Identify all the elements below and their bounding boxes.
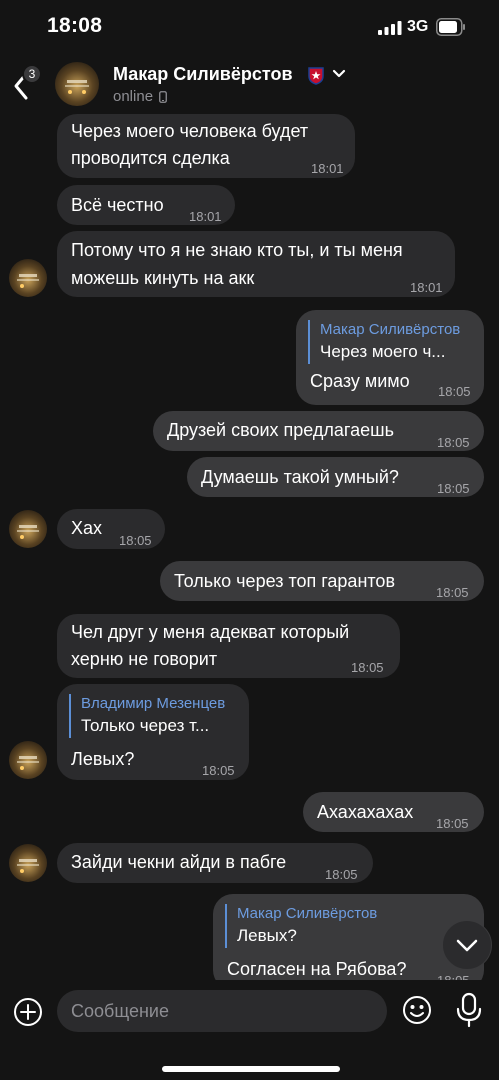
message-time: 18:05 [351, 660, 384, 675]
microphone-icon[interactable] [455, 992, 483, 1028]
signal-icon [378, 21, 402, 35]
cska-emoji-icon [308, 67, 324, 85]
home-indicator [162, 1066, 340, 1072]
contact-name[interactable]: Макар Силивёрстов [113, 64, 293, 85]
message-bubble-incoming[interactable]: Через моего человека будет проводится сд… [57, 114, 355, 178]
message-input-bar [0, 980, 499, 1080]
message-bubble-outgoing[interactable]: Думаешь такой умный? 18:05 [187, 457, 484, 497]
chat-header: 3 Макар Силивёрстов online [0, 54, 499, 114]
message-text: Сразу мимо [310, 371, 410, 391]
message-bubble-outgoing[interactable]: Друзей своих предлагаешь 18:05 [153, 411, 484, 451]
message-time: 18:05 [437, 481, 470, 496]
reply-author: Владимир Мезенцев [81, 695, 226, 712]
message-time: 18:01 [311, 161, 344, 176]
reply-text: Через моего ч... [320, 342, 446, 361]
network-type: 3G [407, 18, 429, 35]
message-time: 18:05 [438, 384, 471, 399]
chat-screen: 18:08 3G 3 Макар Силивёрстов online Чере… [0, 0, 499, 1080]
reply-text: Левых? [237, 926, 297, 945]
message-bubble-outgoing[interactable]: Ахахахахах 18:05 [303, 792, 484, 832]
message-text: проводится сделка [71, 148, 230, 168]
sender-avatar[interactable] [9, 259, 47, 297]
message-text: Думаешь такой умный? [201, 467, 399, 487]
message-text: Хах [71, 518, 103, 538]
message-text: Только через топ гарантов [174, 571, 396, 591]
message-text: Зайди чекни айди в пабге [71, 852, 287, 872]
message-bubble-incoming[interactable]: Всё честно 18:01 [57, 185, 235, 225]
message-time: 18:05 [436, 816, 469, 831]
message-time: 18:05 [202, 763, 235, 778]
message-bubble-outgoing[interactable]: Только через топ гарантов 18:05 [160, 561, 484, 601]
reply-quote[interactable]: Макар Силивёрстов Через моего ч... [308, 320, 460, 364]
sender-avatar[interactable] [9, 741, 47, 779]
reply-quote[interactable]: Владимир Мезенцев Только через т... [69, 694, 225, 738]
battery-icon [436, 18, 465, 36]
message-time: 18:01 [410, 280, 443, 295]
scroll-to-bottom-button[interactable] [442, 920, 492, 970]
chevron-down-icon[interactable] [332, 68, 346, 80]
message-text: Через моего человека будет [71, 121, 309, 141]
message-bubble-incoming[interactable]: Владимир Мезенцев Только через т... Левы… [57, 684, 249, 780]
message-text: Потому что я не знаю кто ты, и ты меня [71, 240, 403, 260]
message-text: Всё честно [71, 195, 164, 215]
reply-author: Макар Силивёрстов [237, 905, 378, 922]
attach-plus-icon[interactable] [12, 996, 44, 1028]
message-time: 18:05 [436, 585, 469, 600]
emoji-icon[interactable] [401, 994, 433, 1026]
message-bubble-outgoing[interactable]: Макар Силивёрстов Через моего ч... Сразу… [296, 310, 484, 405]
chevron-down-icon [456, 939, 478, 952]
status-time: 18:08 [47, 14, 103, 37]
message-time: 18:05 [325, 867, 358, 882]
reply-author: Макар Силивёрстов [320, 321, 461, 338]
mobile-phone-icon [159, 91, 167, 103]
message-bubble-incoming[interactable]: Чел друг у меня адекват который херню не… [57, 614, 400, 678]
sender-avatar[interactable] [9, 510, 47, 548]
message-text: Друзей своих предлагаешь [167, 420, 394, 440]
message-list[interactable]: Через моего человека будет проводится сд… [0, 114, 499, 980]
status-bar: 18:08 3G [0, 0, 499, 54]
message-text: Согласен на Рябова? [227, 959, 407, 979]
reply-quote[interactable]: Макар Силивёрстов Левых? [225, 904, 377, 948]
message-time: 18:05 [437, 435, 470, 450]
message-text: херню не говорит [71, 649, 218, 669]
message-time: 18:01 [189, 209, 222, 224]
message-input[interactable] [57, 990, 387, 1032]
reply-text: Только через т... [81, 716, 210, 735]
unread-badge: 3 [22, 64, 42, 84]
message-text: Левых? [71, 749, 135, 769]
message-bubble-incoming[interactable]: Хах 18:05 [57, 509, 165, 549]
message-time: 18:05 [119, 533, 152, 548]
message-bubble-incoming[interactable]: Потому что я не знаю кто ты, и ты меня м… [57, 231, 455, 297]
contact-status: online [113, 88, 154, 105]
message-text: можешь кинуть на акк [71, 268, 255, 288]
message-bubble-incoming[interactable]: Зайди чекни айди в пабге 18:05 [57, 843, 373, 883]
message-text: Чел друг у меня адекват который [71, 622, 350, 642]
message-text: Ахахахахах [317, 802, 414, 822]
sender-avatar[interactable] [9, 844, 47, 882]
contact-avatar[interactable] [55, 62, 99, 106]
